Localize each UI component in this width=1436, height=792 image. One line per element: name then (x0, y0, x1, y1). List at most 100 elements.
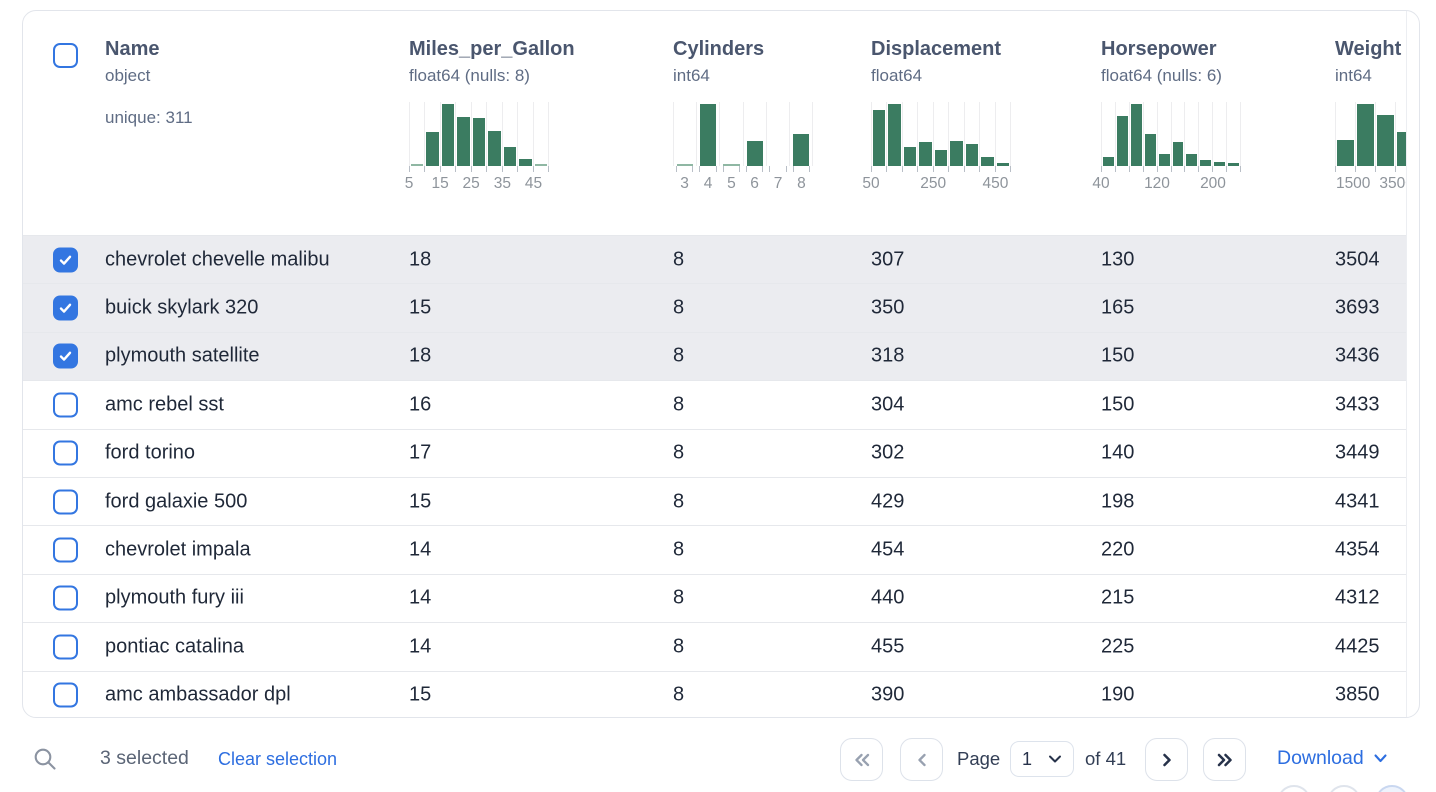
table-row[interactable]: ford galaxie 5001584291984341 (23, 477, 1406, 525)
row-checkbox[interactable] (53, 489, 78, 514)
double-chevron-right-icon (1216, 752, 1234, 768)
column-header-mpg[interactable]: Miles_per_Gallonfloat64 (nulls: 8)515253… (409, 11, 575, 195)
column-header-cyl[interactable]: Cylindersint64345678 (673, 11, 813, 195)
hist-bin (1395, 102, 1406, 166)
cell-mpg: 18 (409, 248, 431, 271)
table-row[interactable]: chevrolet impala1484542204354 (23, 525, 1406, 573)
hidden-action-button-2[interactable] (1327, 785, 1361, 792)
table-row[interactable]: buick skylark 3201583501653693 (23, 283, 1406, 331)
cell-disp: 454 (871, 539, 904, 562)
hist-bin (902, 102, 917, 166)
hist-tick (871, 166, 886, 172)
hidden-action-button-3[interactable] (1375, 785, 1409, 792)
column-histogram[interactable]: 15003500 (1335, 102, 1406, 195)
row-checkbox[interactable] (53, 247, 78, 272)
hidden-action-button-1[interactable] (1277, 785, 1311, 792)
row-checkbox[interactable] (53, 296, 78, 321)
next-page-button[interactable] (1145, 738, 1188, 781)
column-dtype: int64 (673, 66, 813, 86)
hist-axis-label: 15 (431, 175, 448, 193)
hist-bar (488, 131, 500, 166)
cell-hp: 220 (1101, 539, 1134, 562)
selected-count: 3 selected (100, 747, 189, 770)
hist-bin (1171, 102, 1185, 166)
column-histogram[interactable]: 345678 (673, 102, 813, 195)
page-select-value: 1 (1022, 749, 1032, 770)
hist-bar (935, 150, 947, 166)
hist-bin (1226, 102, 1241, 166)
hist-bin (995, 102, 1011, 166)
cell-mpg: 15 (409, 684, 431, 707)
table-row[interactable]: plymouth satellite1883181503436 (23, 332, 1406, 380)
hist-bar (1103, 157, 1114, 166)
prev-page-button[interactable] (900, 738, 943, 781)
row-checkbox[interactable] (53, 344, 78, 369)
last-page-button[interactable] (1203, 738, 1246, 781)
row-checkbox[interactable] (53, 683, 78, 708)
download-link[interactable]: Download (1277, 747, 1388, 770)
hist-axis-label: 7 (774, 175, 783, 193)
cell-disp: 302 (871, 442, 904, 465)
row-checkbox[interactable] (53, 586, 78, 611)
hist-tick (933, 166, 948, 172)
row-checkbox[interactable] (53, 392, 78, 417)
table-row[interactable]: ford torino1783021403449 (23, 429, 1406, 477)
cell-hp: 140 (1101, 442, 1134, 465)
cell-weight: 3693 (1335, 297, 1380, 320)
column-dtype: float64 (871, 66, 1011, 86)
first-page-button[interactable] (840, 738, 883, 781)
checkmark-icon (58, 301, 73, 316)
download-label: Download (1277, 747, 1364, 770)
hist-bin (409, 102, 424, 166)
hist-tick (948, 166, 963, 172)
hist-tick (1212, 166, 1226, 172)
cell-cyl: 8 (673, 490, 684, 513)
hist-bar (793, 134, 809, 166)
hist-axis-label: 25 (463, 175, 480, 193)
column-histogram[interactable]: 50250450 (871, 102, 1011, 195)
column-header-name[interactable]: Nameobjectunique: 311 (105, 11, 193, 128)
column-header-weight[interactable]: Weightint6415003500 (1335, 11, 1406, 195)
clear-selection-link[interactable]: Clear selection (218, 749, 337, 770)
chevron-right-icon (1160, 752, 1174, 768)
table-row[interactable]: amc ambassador dpl1583901903850 (23, 671, 1406, 718)
hist-tick (409, 166, 424, 172)
cell-hp: 150 (1101, 393, 1134, 416)
hist-tick (1375, 166, 1395, 172)
hist-bar (677, 164, 693, 166)
cell-cyl: 8 (673, 297, 684, 320)
search-button[interactable] (32, 746, 58, 772)
row-checkbox[interactable] (53, 538, 78, 563)
column-header-disp[interactable]: Displacementfloat6450250450 (871, 11, 1011, 195)
hist-axis-label: 250 (920, 175, 946, 193)
table-row[interactable]: amc rebel sst1683041503433 (23, 380, 1406, 428)
table-scroll-area[interactable]: Nameobjectunique: 311Miles_per_Gallonflo… (23, 11, 1406, 718)
hist-tick (1335, 166, 1355, 172)
hist-bin (455, 102, 470, 166)
hist-bin (1355, 102, 1375, 166)
histogram-bars (673, 102, 813, 166)
hist-bar (1357, 104, 1374, 166)
table-body: chevrolet chevelle malibu1883071303504bu… (23, 235, 1406, 718)
hist-bin (1143, 102, 1157, 166)
hist-ticks (673, 166, 813, 172)
hist-bin (719, 102, 742, 166)
cell-name: chevrolet chevelle malibu (105, 248, 330, 271)
column-histogram[interactable]: 515253545 (409, 102, 549, 195)
column-header-hp[interactable]: Horsepowerfloat64 (nulls: 6)40120200 (1101, 11, 1241, 195)
cell-name: amc rebel sst (105, 393, 224, 416)
page-label: Page (957, 748, 1000, 770)
row-checkbox[interactable] (53, 441, 78, 466)
hist-tick (995, 166, 1011, 172)
table-row[interactable]: pontiac catalina1484552254425 (23, 622, 1406, 670)
chevron-left-icon (915, 752, 929, 768)
row-checkbox[interactable] (53, 634, 78, 659)
table-row[interactable]: chevrolet chevelle malibu1883071303504 (23, 235, 1406, 283)
hist-bin (766, 102, 789, 166)
hist-bar (1131, 104, 1142, 166)
hist-bin (1335, 102, 1355, 166)
column-histogram[interactable]: 40120200 (1101, 102, 1241, 195)
page-select[interactable]: 1 (1010, 741, 1074, 777)
table-row[interactable]: plymouth fury iii1484402154312 (23, 574, 1406, 622)
select-all-checkbox[interactable] (53, 43, 78, 68)
